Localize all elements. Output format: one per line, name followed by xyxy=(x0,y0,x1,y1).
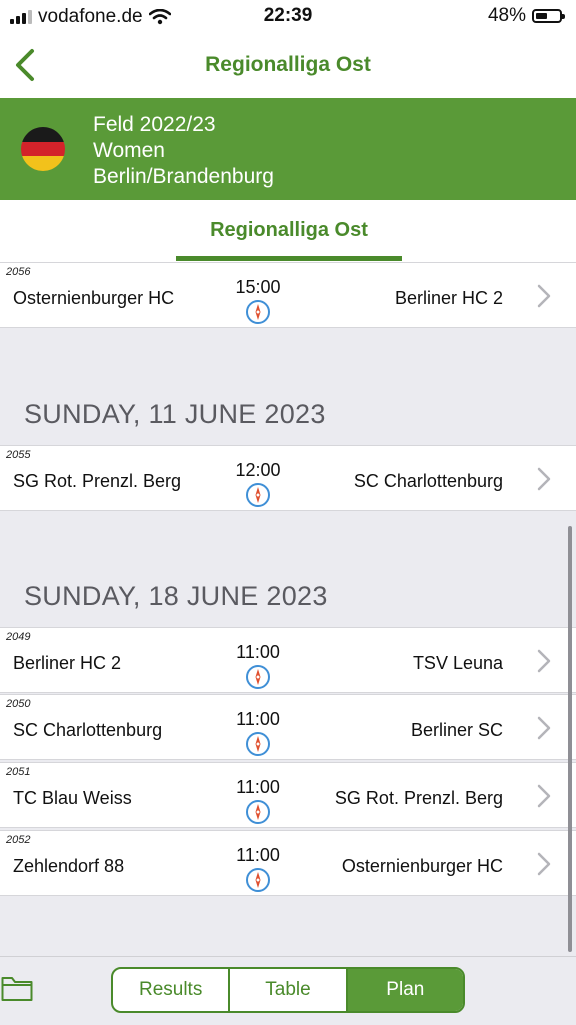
category-label: Women xyxy=(93,139,165,162)
game-number: 2052 xyxy=(6,834,31,846)
compass-icon[interactable] xyxy=(245,299,271,325)
game-row[interactable]: 2050 SC Charlottenburg 11:00 Berliner SC xyxy=(0,694,576,760)
plan-segment[interactable]: Plan xyxy=(347,969,463,1011)
table-segment[interactable]: Table xyxy=(230,969,348,1011)
compass-icon[interactable] xyxy=(245,799,271,825)
home-team: SG Rot. Prenzl. Berg xyxy=(13,471,182,491)
away-team: Berliner HC 2 xyxy=(394,288,503,308)
away-team: Osternienburger HC xyxy=(341,856,503,876)
game-number: 2051 xyxy=(6,766,31,778)
battery-icon xyxy=(532,9,565,23)
game-row[interactable]: 2056 Osternienburger HC 15:00 Berliner H… xyxy=(0,262,576,328)
battery-area: 48% xyxy=(487,5,565,27)
folder-icon[interactable] xyxy=(1,974,33,1002)
date-header: SUNDAY, 18 JUNE 2023 xyxy=(24,581,328,611)
game-row[interactable]: 2051 TC Blau Weiss 11:00 SG Rot. Prenzl.… xyxy=(0,762,576,828)
results-segment[interactable]: Results xyxy=(113,969,231,1011)
chevron-right-icon xyxy=(537,852,551,876)
scrollbar[interactable] xyxy=(568,526,572,952)
view-segmented-control: Results Table Plan xyxy=(111,967,465,1013)
game-number: 2050 xyxy=(6,698,31,710)
game-row[interactable]: 2055 SG Rot. Prenzl. Berg 12:00 SC Charl… xyxy=(0,445,576,511)
germany-flag-icon xyxy=(21,127,65,171)
page-title: Regionalliga Ost xyxy=(205,53,371,76)
navigation-bar: Regionalliga Ost xyxy=(0,32,576,98)
home-team: Zehlendorf 88 xyxy=(13,856,125,876)
banner-info: Feld 2022/23 Women Berlin/Brandenburg xyxy=(93,112,274,190)
home-team: TC Blau Weiss xyxy=(13,788,132,808)
game-time: 11:00 xyxy=(236,709,280,729)
home-team: Osternienburger HC xyxy=(13,288,175,308)
game-time: 15:00 xyxy=(235,277,281,297)
away-team: Berliner SC xyxy=(410,720,503,740)
game-time: 11:00 xyxy=(236,642,280,662)
game-time: 11:00 xyxy=(236,845,280,865)
chevron-right-icon xyxy=(537,649,551,673)
game-row[interactable]: 2052 Zehlendorf 88 11:00 Osternienburger… xyxy=(0,830,576,896)
game-time: 12:00 xyxy=(235,460,281,480)
game-time: 11:00 xyxy=(236,777,280,797)
chevron-right-icon xyxy=(537,716,551,740)
home-team: SC Charlottenburg xyxy=(13,720,163,740)
region-label: Berlin/Brandenburg xyxy=(93,165,274,188)
away-team: SC Charlottenburg xyxy=(353,471,503,491)
season-label: Feld 2022/23 xyxy=(93,113,216,136)
tab-regionalliga-ost[interactable]: Regionalliga Ost xyxy=(176,219,402,242)
compass-icon[interactable] xyxy=(245,731,271,757)
league-banner xyxy=(0,98,576,200)
chevron-right-icon xyxy=(537,284,551,308)
compass-icon[interactable] xyxy=(245,482,271,508)
schedule-list[interactable]: 2056 Osternienburger HC 15:00 Berliner H… xyxy=(0,262,576,956)
away-team: SG Rot. Prenzl. Berg xyxy=(334,788,503,808)
chevron-right-icon xyxy=(537,784,551,808)
status-bar: vodafone.de 22:39 48% xyxy=(0,0,576,32)
tab-underline xyxy=(176,256,402,261)
home-team: Berliner HC 2 xyxy=(13,653,122,673)
game-number: 2049 xyxy=(6,631,31,643)
game-number: 2055 xyxy=(6,449,31,461)
compass-icon[interactable] xyxy=(245,664,271,690)
date-header: SUNDAY, 11 JUNE 2023 xyxy=(24,399,326,429)
compass-icon[interactable] xyxy=(245,867,271,893)
away-team: TSV Leuna xyxy=(412,653,503,673)
game-row[interactable]: 2049 Berliner HC 2 11:00 TSV Leuna xyxy=(0,627,576,693)
chevron-right-icon xyxy=(537,467,551,491)
battery-percent: 48% xyxy=(487,5,526,26)
game-number: 2056 xyxy=(6,266,31,278)
